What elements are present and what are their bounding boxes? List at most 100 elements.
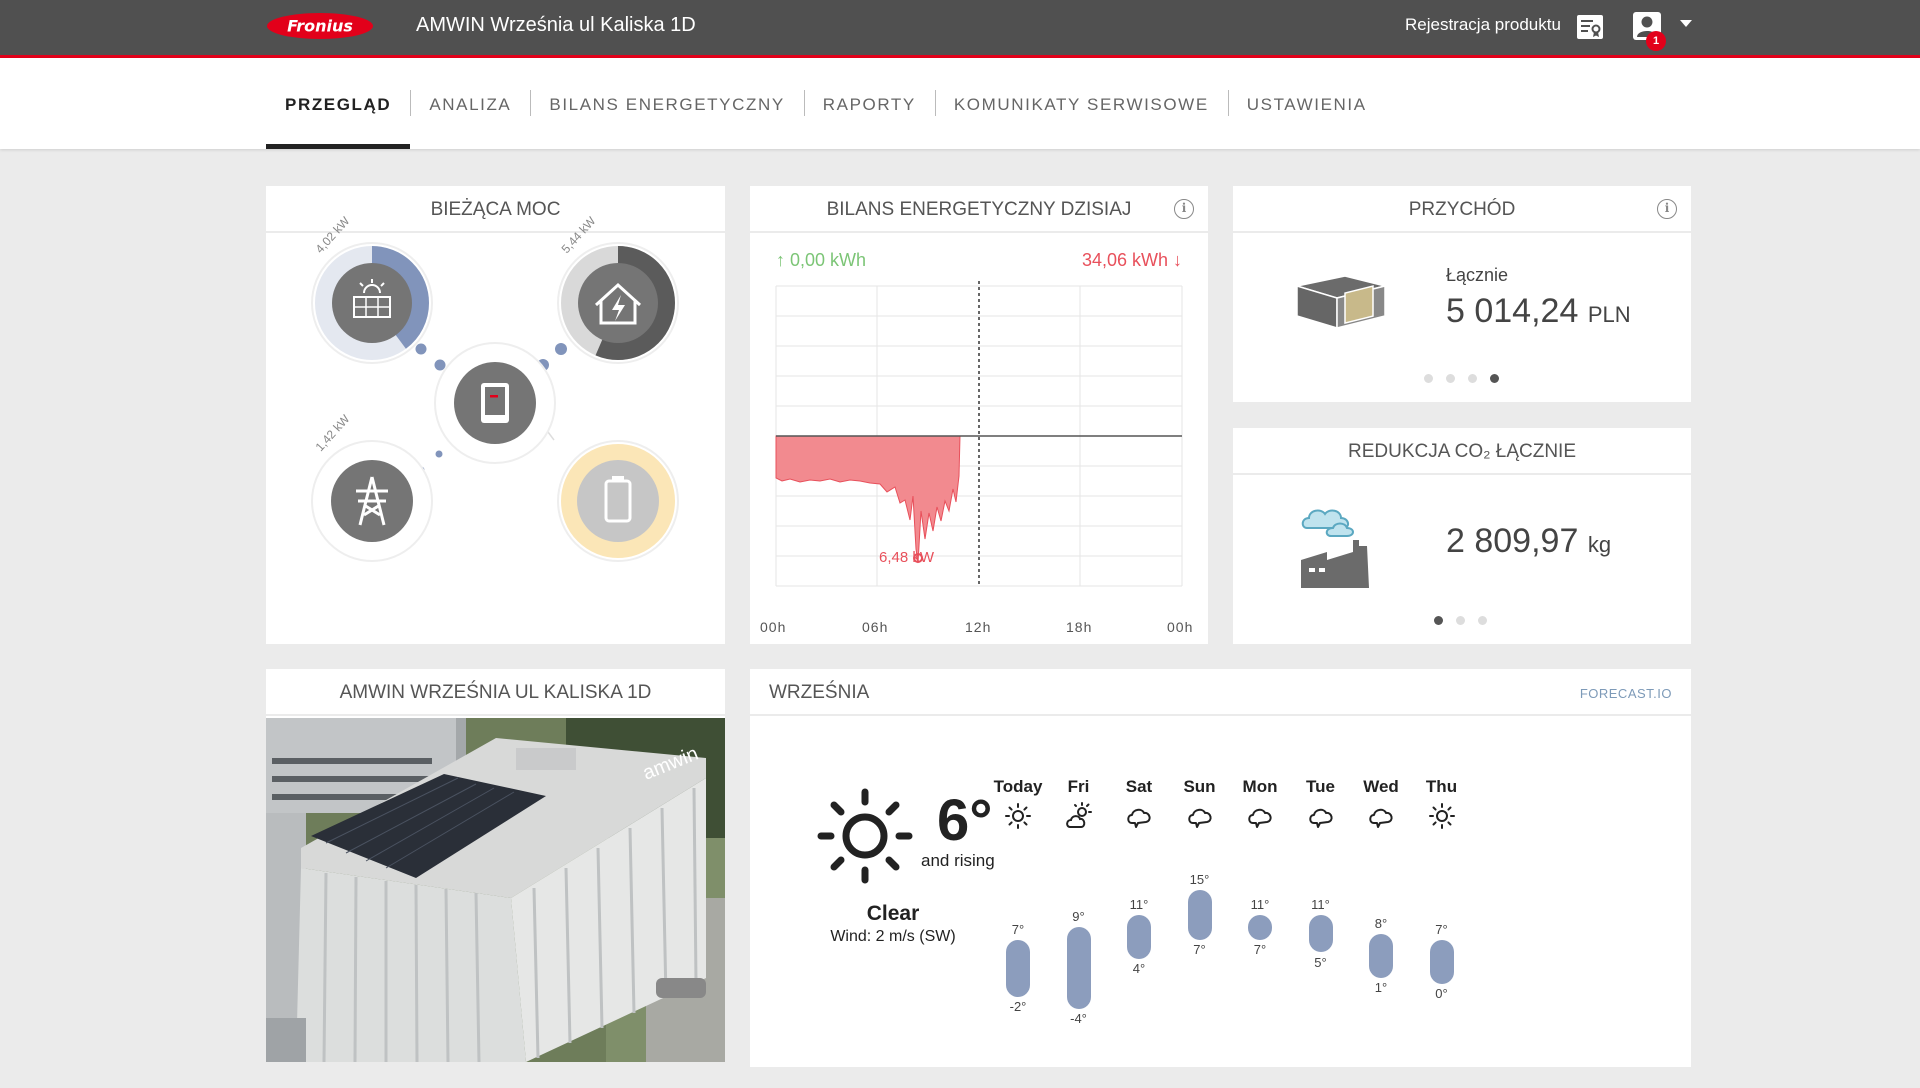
panel-title: PRZYCHÓD i [1233, 186, 1691, 233]
forecast-day: Tue [1291, 777, 1351, 836]
forecast-day-name: Tue [1306, 777, 1335, 796]
revenue-pager [1424, 374, 1499, 383]
fronius-logo[interactable]: Fronius [266, 12, 374, 40]
x-tick: 00h [1167, 619, 1194, 635]
x-tick: 06h [862, 619, 889, 635]
sun-icon [817, 788, 913, 884]
forecast-day-name: Mon [1242, 777, 1278, 796]
low-temperature: 0° [1435, 986, 1448, 1001]
weather-city: WRZEŚNIA [769, 682, 870, 703]
pager-dot-active[interactable] [1490, 374, 1499, 383]
weather-panel: WRZEŚNIA FORECAST.IO 6° and rising Clear… [750, 669, 1691, 1067]
low-temperature: 5° [1314, 954, 1327, 970]
nav-tab[interactable]: KOMUNIKATY SERWISOWE [934, 58, 1228, 149]
consumption-area [775, 435, 961, 564]
temperature-range-bar [1369, 933, 1393, 978]
energy-balance-title: BILANS ENERGETYCZNY DZISIAJ [826, 199, 1132, 220]
revenue-panel: PRZYCHÓD i Łącznie 5 014,24 PLN [1233, 186, 1691, 402]
weather-header: WRZEŚNIA FORECAST.IO [750, 669, 1691, 716]
revenue-label: Łącznie [1446, 265, 1509, 285]
svg-text:Fronius: Fronius [287, 17, 353, 36]
pager-dot[interactable] [1468, 374, 1477, 383]
low-temperature: -2° [1009, 998, 1027, 1014]
produced-energy: ↑ 0,00 kWh [776, 250, 867, 270]
forecast-source-link[interactable]: FORECAST.IO [1580, 686, 1672, 701]
top-bar: Fronius AMWIN Września ul Kaliska 1D Rej… [0, 0, 1920, 58]
notification-badge[interactable]: 1 [1646, 31, 1666, 51]
pager-dot-active[interactable] [1434, 616, 1443, 625]
forecast-day: Fri [1049, 777, 1109, 836]
cloud-icon [1291, 801, 1351, 836]
grid-tower-icon [311, 440, 433, 562]
low-temperature: 4° [1132, 960, 1146, 976]
certificate-icon[interactable] [1576, 13, 1604, 41]
temperature-range-bar [1066, 927, 1091, 1010]
panel-title: REDUKCJA CO₂ ŁĄCZNIE [1233, 428, 1691, 475]
co2-unit: kg [1587, 532, 1612, 557]
pager-dot[interactable] [1456, 616, 1465, 625]
panel-title: AMWIN WRZEŚNIA UL KALISKA 1D [266, 669, 725, 716]
temperature-range-bar [1429, 939, 1454, 984]
cloud-icon [1170, 801, 1230, 836]
sun-icon [1412, 801, 1472, 836]
temperature-range-bar [1127, 914, 1151, 959]
pager-dot[interactable] [1446, 374, 1455, 383]
cloud-icon [1351, 801, 1411, 836]
info-icon[interactable]: i [1657, 199, 1677, 219]
x-tick: 00h [760, 619, 787, 635]
factory-smoke-icon [1301, 509, 1369, 588]
pager-dot[interactable] [1424, 374, 1433, 383]
forecast-day-name: Wed [1363, 777, 1399, 796]
x-tick: 18h [1066, 619, 1093, 635]
high-temperature: 7° [1011, 921, 1025, 937]
forecast-day: Thu [1412, 777, 1472, 836]
forecast-day-name: Thu [1425, 777, 1458, 796]
energy-balance-chart[interactable] [750, 281, 1208, 611]
cloud-icon [1109, 801, 1169, 836]
revenue-value: 5 014,24 PLN [1446, 292, 1631, 331]
temperature-range-bar [1006, 939, 1030, 997]
cloud-icon [1230, 801, 1290, 836]
temperature-range-bar [1308, 914, 1333, 953]
low-temperature: 7° [1253, 941, 1267, 957]
x-tick: 12h [965, 619, 992, 635]
nav-tab[interactable]: ANALIZA [410, 58, 530, 149]
pager-dot[interactable] [1478, 616, 1487, 625]
panel-title: BILANS ENERGETYCZNY DZISIAJ i [750, 186, 1208, 233]
co2-value: 2 809,97 kg [1446, 522, 1611, 561]
low-temperature: 1° [1374, 979, 1388, 995]
high-temperature: 7° [1435, 921, 1448, 937]
nav-tab[interactable]: BILANS ENERGETYCZNY [530, 58, 803, 149]
forecast-day-name: Fri [1067, 777, 1090, 796]
current-temperature: 6° [937, 788, 993, 853]
chevron-down-icon[interactable] [1680, 20, 1692, 27]
weather-condition: Clear [866, 902, 920, 925]
main-nav: PRZEGLĄD ANALIZA BILANS ENERGETYCZNY RAPORT… [0, 58, 1920, 149]
house-load-icon [557, 242, 679, 364]
co2-panel: REDUKCJA CO₂ ŁĄCZNIE 2 809,97 kg [1233, 428, 1691, 644]
nav-tab[interactable]: RAPORTY [803, 58, 935, 149]
forecast-day: Wed [1351, 777, 1411, 836]
solar-panel-icon [311, 242, 433, 364]
forecast-day: Today [988, 777, 1048, 836]
register-product-link[interactable]: Rejestracja produktu [1405, 15, 1561, 35]
energy-balance-panel: BILANS ENERGETYCZNY DZISIAJ i ↑ 0,00 kWh… [750, 186, 1208, 644]
site-photo[interactable]: amwin [266, 718, 725, 1062]
revenue-unit: PLN [1587, 302, 1631, 327]
high-temperature: 11° [1129, 896, 1149, 912]
forecast-day: Sun [1170, 777, 1230, 836]
wind-info: Wind: 2 m/s (SW) [830, 928, 956, 945]
co2-pager [1434, 616, 1487, 625]
high-temperature: 8° [1374, 915, 1388, 931]
temperature-range-bar [1187, 889, 1212, 940]
info-icon[interactable]: i [1174, 199, 1194, 219]
high-temperature: 15° [1189, 871, 1210, 887]
site-photo-panel: AMWIN WRZEŚNIA UL KALISKA 1D amwin [266, 669, 725, 1062]
site-title[interactable]: AMWIN Września ul Kaliska 1D [416, 14, 696, 37]
forecast-day: Mon [1230, 777, 1290, 836]
nav-tab[interactable]: USTAWIENIA [1227, 58, 1386, 149]
nav-tab[interactable]: PRZEGLĄD [266, 58, 411, 149]
low-temperature: 7° [1193, 941, 1206, 957]
inverter-icon [434, 342, 556, 464]
sun-icon [988, 801, 1048, 836]
